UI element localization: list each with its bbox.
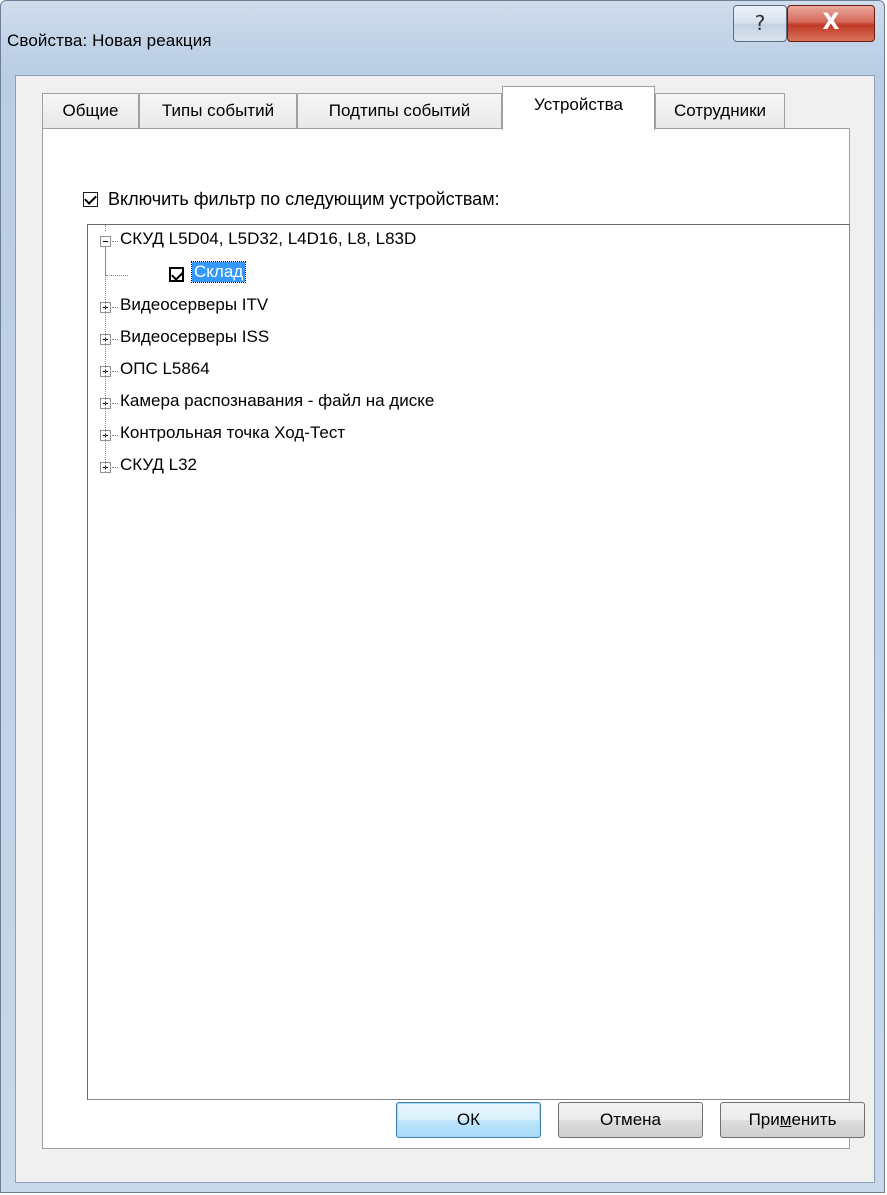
apply-button[interactable]: Применить — [720, 1102, 865, 1138]
tab-event-types[interactable]: Типы событий — [139, 93, 297, 129]
apply-label-mnemonic: м — [779, 1110, 792, 1129]
tab-label: Общие — [62, 101, 119, 120]
cancel-button-label: Отмена — [600, 1110, 661, 1129]
ok-button-label: ОК — [456, 1110, 481, 1129]
help-icon: ? — [754, 11, 766, 35]
tab-label: Устройства — [534, 95, 623, 114]
tree-item-label: ОПС L5864 — [120, 359, 210, 378]
dialog-window: Свойства: Новая реакция ? X Общие Типы с… — [0, 0, 885, 1193]
title-bar[interactable]: Свойства: Новая реакция ? X — [1, 1, 884, 75]
tree-item-label: Видеосерверы ITV — [120, 295, 269, 314]
tree-item-label: Склад — [190, 261, 247, 283]
tree-connector — [105, 247, 106, 472]
tree-item-label: Камера распознавания - файл на диске — [120, 391, 435, 410]
tree-item-label: Контрольная точка Ход-Тест — [120, 423, 346, 442]
tab-label: Подтипы событий — [328, 101, 471, 120]
enable-filter-checkbox[interactable] — [83, 192, 98, 207]
tree-item-label: СКУД L5D04, L5D32, L4D16, L8, L83D — [120, 229, 417, 248]
window-title: Свойства: Новая реакция — [7, 31, 212, 50]
dialog-client-area: Общие Типы событий Подтипы событий Устро… — [15, 75, 875, 1183]
apply-label-suffix: енить — [791, 1110, 837, 1129]
tab-employees[interactable]: Сотрудники — [655, 93, 785, 129]
tab-general[interactable]: Общие — [42, 93, 139, 129]
tab-label: Типы событий — [161, 101, 275, 120]
tab-event-subtypes[interactable]: Подтипы событий — [297, 93, 502, 129]
devices-tab-page: Включить фильтр по следующим устройствам… — [42, 128, 850, 1149]
tree-item-label: Видеосерверы ISS — [120, 327, 270, 346]
apply-label-prefix: При — [748, 1110, 780, 1129]
tree-connector — [106, 275, 128, 276]
close-button[interactable]: X — [787, 5, 875, 42]
ok-button[interactable]: ОК — [396, 1102, 541, 1138]
enable-filter-label: Включить фильтр по следующим устройствам… — [108, 189, 500, 209]
tree-item-label: СКУД L32 — [120, 455, 198, 474]
collapse-icon[interactable] — [100, 236, 111, 247]
sklad-checkbox[interactable] — [169, 267, 184, 282]
close-icon: X — [822, 10, 840, 35]
devices-tree[interactable]: СКУД L5D04, L5D32, L4D16, L8, L83D Склад… — [87, 224, 850, 1100]
tab-devices[interactable]: Устройства — [502, 86, 655, 130]
enable-filter-row[interactable]: Включить фильтр по следующим устройствам… — [83, 189, 500, 210]
tree-connector — [105, 225, 106, 231]
cancel-button[interactable]: Отмена — [558, 1102, 703, 1138]
help-button[interactable]: ? — [733, 5, 787, 42]
tab-label: Сотрудники — [673, 101, 767, 120]
